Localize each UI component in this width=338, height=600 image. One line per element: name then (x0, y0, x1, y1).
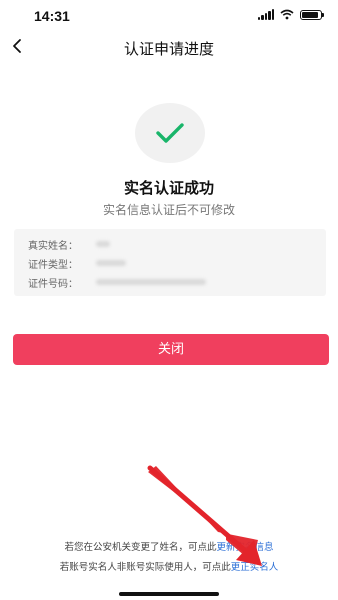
real-name-row: 真实姓名： (28, 236, 110, 252)
page-title: 认证申请进度 (123, 40, 214, 58)
footer-correct-owner: 若账号实名人非账号实际使用人，可点此更正实名人 (0, 559, 338, 573)
navigation-bar: 认证申请进度 (0, 32, 338, 62)
identity-info-card: 真实姓名： 证件类型： 证件号码： (14, 229, 326, 296)
id-type-value-redacted (96, 260, 126, 266)
status-icons (257, 9, 324, 20)
battery-icon (300, 9, 324, 20)
status-bar: 14:31 (0, 0, 338, 30)
footer-update-name-text: 若您在公安机关变更了姓名，可点此 (64, 542, 217, 553)
id-number-value-redacted (96, 279, 206, 285)
id-type-label: 证件类型： (28, 259, 78, 271)
id-type-row: 证件类型： (28, 255, 126, 271)
result-title: 实名认证成功 (123, 179, 214, 197)
result-subtitle: 实名信息认证后不可修改 (102, 203, 235, 217)
update-real-name-link[interactable]: 更新实名信息 (217, 542, 274, 553)
annotation-arrow-icon (147, 465, 262, 566)
wifi-icon (280, 9, 294, 20)
id-number-label: 证件号码： (28, 278, 78, 290)
correct-real-name-owner-link[interactable]: 更正实名人 (231, 562, 279, 573)
close-button[interactable]: 关闭 (13, 334, 329, 365)
id-number-row: 证件号码： (28, 274, 206, 290)
success-badge (135, 103, 205, 163)
footer-correct-owner-text: 若账号实名人非账号实际使用人，可点此 (59, 562, 231, 573)
status-time: 14:31 (34, 8, 70, 24)
checkmark-icon (156, 123, 184, 143)
real-name-value-redacted (96, 241, 110, 247)
footer-update-name: 若您在公安机关变更了姓名，可点此更新实名信息 (0, 539, 338, 553)
home-indicator (119, 592, 219, 596)
real-name-label: 真实姓名： (28, 240, 78, 252)
cellular-signal-icon (257, 9, 274, 20)
